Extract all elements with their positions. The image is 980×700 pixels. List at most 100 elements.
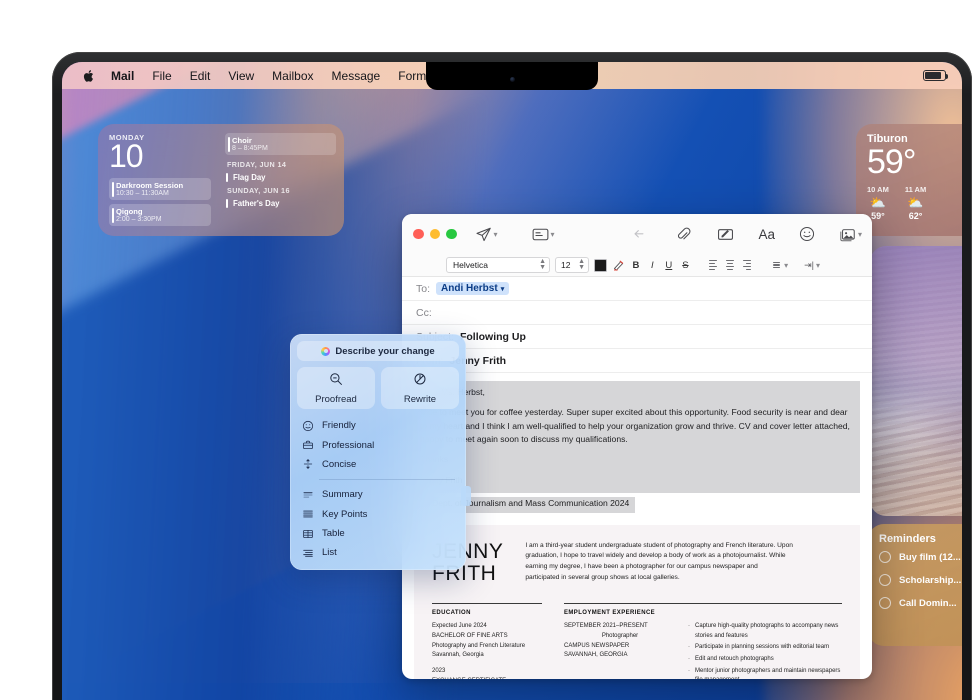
resume-education-heading: EDUCATION xyxy=(432,610,471,617)
calendar-allday-event[interactable]: Father's Day xyxy=(225,198,336,209)
proofread-magnifier-icon xyxy=(329,372,343,391)
send-icon[interactable] xyxy=(475,226,492,243)
format-icon[interactable]: Aa xyxy=(758,227,775,242)
attach-icon[interactable] xyxy=(676,226,691,243)
reminder-checkbox[interactable] xyxy=(879,551,891,563)
from-field-row[interactable]: From: Jenny Frith xyxy=(402,349,872,373)
indent-chevron-icon[interactable]: ▾ xyxy=(816,261,820,270)
calendar-event-title: Darkroom Session xyxy=(116,181,184,191)
format-table-label: Table xyxy=(322,528,345,540)
resume-bullet-text: Edit and retouch photographs xyxy=(695,656,774,663)
weather-hour-time: 10 AM xyxy=(867,184,889,194)
menu-item-mail[interactable]: Mail xyxy=(102,67,143,85)
format-table-item[interactable]: Table xyxy=(297,524,459,543)
reminder-item[interactable]: Scholarship... xyxy=(879,574,962,586)
align-center-button[interactable] xyxy=(724,260,736,270)
reminder-checkbox[interactable] xyxy=(879,597,891,609)
resume-divider-left xyxy=(432,603,542,605)
email-body-selected-text[interactable]: Dear Ms. Herbst, Nice to meet you for co… xyxy=(414,381,860,493)
format-summary-item[interactable]: Summary xyxy=(297,485,459,504)
rewrite-button[interactable]: Rewrite xyxy=(381,367,459,409)
calendar-event[interactable]: Darkroom Session 10:30 – 11:30AM xyxy=(109,178,211,201)
cc-field-row[interactable]: Cc: xyxy=(402,301,872,325)
calendar-allday-event[interactable]: Flag Day xyxy=(225,172,336,183)
zoom-button[interactable] xyxy=(446,228,457,240)
subject-field-row[interactable]: Subject: Following Up xyxy=(402,325,872,349)
tone-professional-item[interactable]: Professional xyxy=(297,435,459,454)
mail-compose-window[interactable]: ▾ ▾ Aa ▾ Helvetica ▲ ▼ 12 ▲ ▼ B I U S ▾ … xyxy=(402,214,872,679)
indent-button[interactable]: ⇥| ▾ xyxy=(804,260,820,271)
calendar-event-time: 2:00 – 3:30PM xyxy=(116,216,162,224)
calendar-event-title: Qigong xyxy=(116,207,143,217)
apple-intelligence-icon xyxy=(321,346,331,356)
photos-widget[interactable] xyxy=(870,246,962,516)
list-chevron-icon[interactable]: ▾ xyxy=(784,261,788,270)
calendar-event-time: 10:30 – 11:30AM xyxy=(116,190,169,198)
bullet-dot-icon: · xyxy=(688,667,690,674)
send-options-chevron-icon[interactable]: ▾ xyxy=(494,230,498,239)
format-key-points-item[interactable]: Key Points xyxy=(297,505,459,524)
resume-bullet: · Capture high-quality photographs to acc… xyxy=(688,622,842,641)
menu-item-message[interactable]: Message xyxy=(323,67,390,85)
recipient-token[interactable]: Andi Herbst ▾ xyxy=(436,282,510,295)
underline-button[interactable]: U xyxy=(663,260,675,271)
photo-image xyxy=(870,246,962,516)
font-family-select[interactable]: Helvetica ▲ ▼ xyxy=(446,257,550,273)
format-key-points-label: Key Points xyxy=(322,508,368,520)
close-button[interactable] xyxy=(413,228,424,240)
photos-chevron-icon[interactable]: ▾ xyxy=(858,230,862,239)
menu-item-file[interactable]: File xyxy=(143,67,180,85)
menu-item-mailbox[interactable]: Mailbox xyxy=(263,67,322,85)
calendar-event[interactable]: Qigong 2:00 – 3:30PM xyxy=(109,204,211,227)
to-field-row[interactable]: To: Andi Herbst ▾ xyxy=(402,277,872,301)
emoji-icon[interactable] xyxy=(799,226,815,242)
proofread-button[interactable]: Proofread xyxy=(297,367,375,409)
describe-change-placeholder: Describe your change xyxy=(335,345,435,357)
camera-icon xyxy=(509,76,515,82)
resume-summary: I am a third-year student undergraduate … xyxy=(525,541,793,581)
reminders-widget[interactable]: Reminders Buy film (12... Scholarship...… xyxy=(868,524,962,646)
photos-icon[interactable] xyxy=(839,227,856,242)
cc-label: Cc: xyxy=(416,306,432,319)
align-right-button[interactable] xyxy=(741,260,753,270)
resume-employment-location: SAVANNAH, GEORGIA xyxy=(564,652,628,659)
menu-item-view[interactable]: View xyxy=(219,67,263,85)
italic-button[interactable]: I xyxy=(647,260,658,271)
markup-icon[interactable] xyxy=(717,227,734,242)
resume-employment-dates: SEPTEMBER 2021–PRESENT xyxy=(564,623,648,630)
header-fields-chevron-icon[interactable]: ▾ xyxy=(551,230,555,239)
battery-icon[interactable] xyxy=(923,70,949,81)
text-color-swatch[interactable] xyxy=(594,258,607,272)
calendar-widget[interactable]: MONDAY 10 Darkroom Session 10:30 – 11:30… xyxy=(98,124,344,236)
minimize-button[interactable] xyxy=(429,228,440,240)
menu-item-edit[interactable]: Edit xyxy=(181,67,220,85)
rewrite-label: Rewrite xyxy=(403,393,437,405)
strikethrough-button[interactable]: S xyxy=(680,260,691,271)
stepper-icon: ▲ ▼ xyxy=(539,258,546,271)
writing-tools-popover[interactable]: Describe your change Proofread Rewrite F… xyxy=(290,334,471,570)
recipient-chevron-icon[interactable]: ▾ xyxy=(501,285,505,293)
undo-icon[interactable] xyxy=(633,227,650,242)
resume-education-line: Expected June 2024 xyxy=(432,623,487,630)
tone-concise-item[interactable]: Concise xyxy=(297,455,459,474)
apple-logo-icon[interactable] xyxy=(76,69,102,83)
signature-wrap: Dept. of Journalism and Mass Communicati… xyxy=(402,493,872,513)
reminder-item[interactable]: Call Domin... xyxy=(879,597,962,609)
font-size-select[interactable]: 12 ▲ ▼ xyxy=(555,257,589,273)
calendar-event[interactable]: Choir 8 – 8:45PM xyxy=(225,133,336,155)
header-fields-icon[interactable] xyxy=(532,227,549,242)
list-button[interactable]: ▾ xyxy=(771,261,788,270)
resume-header: JENNY FRITH I am a third-year student un… xyxy=(432,540,842,586)
describe-change-input[interactable]: Describe your change xyxy=(297,341,459,361)
screenshot-root: Mail File Edit View Mailbox Message Form… xyxy=(0,0,980,700)
compress-icon xyxy=(301,458,314,471)
bold-button[interactable]: B xyxy=(630,260,642,271)
resume-attachment-preview[interactable]: JENNY FRITH I am a third-year student un… xyxy=(414,524,860,679)
align-left-button[interactable] xyxy=(707,260,719,270)
format-list-item[interactable]: List xyxy=(297,543,459,562)
reminder-checkbox[interactable] xyxy=(879,574,891,586)
tone-friendly-item[interactable]: Friendly xyxy=(297,416,459,435)
body-greeting: Dear Ms. Herbst, xyxy=(420,387,485,397)
reminder-item[interactable]: Buy film (12... xyxy=(879,551,962,563)
highlight-icon[interactable] xyxy=(612,258,625,273)
